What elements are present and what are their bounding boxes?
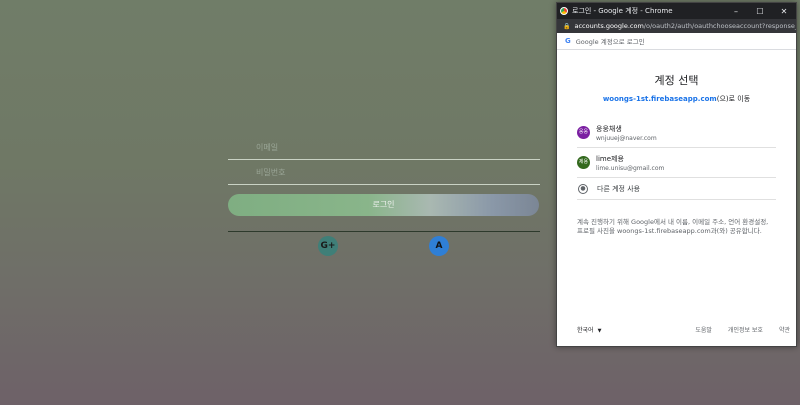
maximize-button[interactable]: ☐ [748, 7, 772, 16]
popup-titlebar: 로그인 - Google 계정 - Chrome – ☐ ✕ [557, 3, 796, 19]
language-selector[interactable]: 한국어 ▼ [577, 325, 601, 334]
account-email: lime.unisu@gmail.com [596, 164, 665, 172]
continue-to-line: woongs-1st.firebaseapp.com(으)로 이동 [557, 94, 796, 104]
use-another-account-label: 다른 계정 사용 [597, 184, 641, 193]
social-login-icon: A [435, 241, 443, 251]
login-button[interactable]: 로그인 [228, 194, 539, 216]
avatar: 웅웅 [577, 126, 590, 139]
help-link[interactable]: 도움말 [695, 325, 712, 334]
url-host: accounts.google.com [574, 22, 644, 30]
account-item[interactable]: 제용 lime제용 lime.unisu@gmail.com [577, 148, 776, 178]
account-name: lime제용 [596, 154, 624, 163]
account-item[interactable]: 웅웅 웅웅채생 wnjuuej@naver.com [577, 118, 776, 148]
window-title: 로그인 - Google 계정 - Chrome [572, 7, 673, 15]
social-login-button[interactable]: A [429, 236, 449, 256]
google-logo-icon: G [565, 37, 571, 45]
url-path: /o/oauth2/auth/oauthchooseaccount?respon… [643, 22, 796, 30]
language-label: 한국어 [577, 327, 594, 334]
email-field[interactable]: 이메일 [228, 140, 540, 160]
chrome-icon [560, 7, 568, 15]
minimize-button[interactable]: – [724, 7, 748, 16]
close-button[interactable]: ✕ [772, 7, 796, 16]
signin-header-text: Google 계정으로 로그인 [575, 38, 645, 46]
continue-app-link[interactable]: woongs-1st.firebaseapp.com [603, 95, 717, 103]
privacy-link[interactable]: 개인정보 보호 [728, 325, 763, 334]
page-title: 계정 선택 [654, 74, 699, 87]
avatar: 제용 [577, 156, 590, 169]
chevron-down-icon: ▼ [597, 328, 602, 334]
lock-icon: 🔒 [563, 22, 571, 30]
account-list: 웅웅 웅웅채생 wnjuuej@naver.com 제용 lime제용 lime… [577, 118, 776, 200]
use-another-account[interactable]: ● 다른 계정 사용 [577, 178, 776, 200]
popup-footer: 한국어 ▼ 도움말 개인정보 보호 약관 [577, 325, 790, 334]
terms-link[interactable]: 약관 [779, 325, 790, 334]
signin-header: G Google 계정으로 로그인 [557, 33, 796, 50]
divider [228, 231, 540, 232]
google-plus-login-button[interactable]: G+ [318, 236, 338, 256]
person-icon: ● [578, 183, 588, 194]
consent-text: 계속 진행하기 위해 Google에서 내 이름, 이메일 주소, 언어 환경설… [577, 218, 769, 235]
continue-suffix: (으)로 이동 [716, 95, 751, 103]
address-bar[interactable]: 🔒 accounts.google.com /o/oauth2/auth/oau… [557, 19, 796, 33]
email-placeholder: 이메일 [256, 143, 279, 152]
password-field[interactable]: 비밀번호 [228, 165, 540, 185]
password-placeholder: 비밀번호 [256, 168, 286, 177]
google-plus-icon: G+ [320, 241, 336, 251]
account-name: 웅웅채생 [596, 124, 622, 133]
google-signin-popup: 로그인 - Google 계정 - Chrome – ☐ ✕ 🔒 account… [556, 2, 797, 347]
account-email: wnjuuej@naver.com [596, 134, 657, 142]
